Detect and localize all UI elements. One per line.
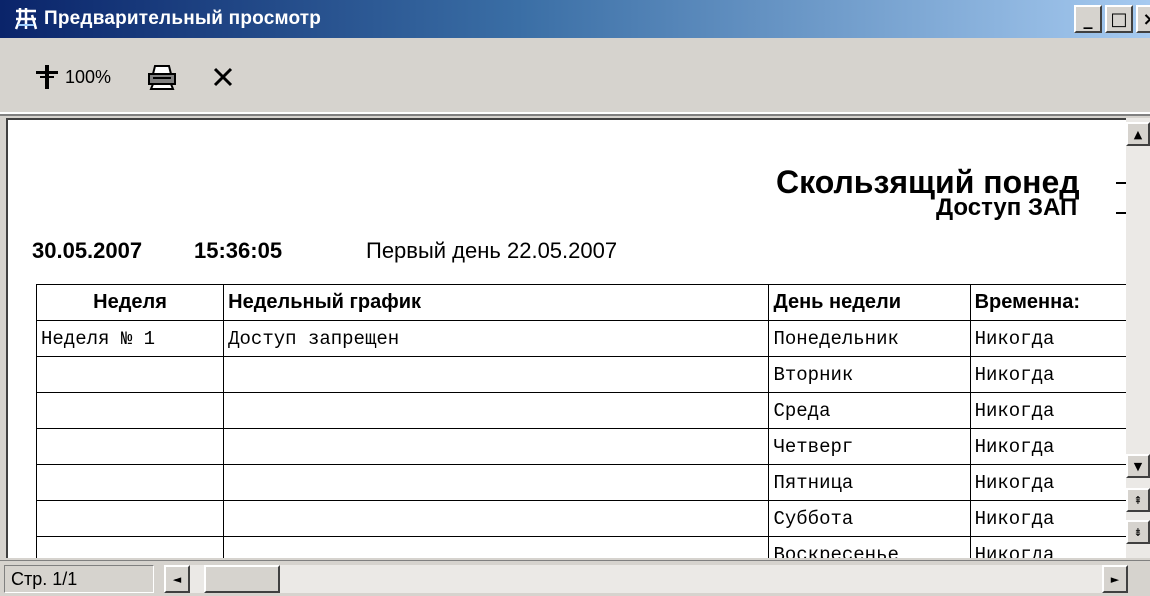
horizontal-scroll-thumb[interactable] xyxy=(204,565,280,593)
cell-weekday: Воскресенье xyxy=(768,536,971,558)
cell-week xyxy=(35,392,225,429)
zoom-icon xyxy=(35,65,58,89)
zoom-button[interactable]: 100% xyxy=(18,62,126,92)
cell-week xyxy=(35,500,225,537)
arrow-right-icon: ► xyxy=(1110,572,1120,586)
schedule-table: Неделя Недельный график День недели Врем… xyxy=(35,284,1130,558)
cell-weekday: Вторник xyxy=(768,356,971,393)
arrow-left-icon: ◄ xyxy=(172,572,182,586)
table-row: Пятница Никогда xyxy=(35,464,1130,501)
cell-time-zone: Никогда xyxy=(969,320,1130,357)
column-header-weekday: День недели xyxy=(768,284,971,321)
page-indicator: Стр. 1/1 xyxy=(4,565,154,593)
maximize-button[interactable]: □ xyxy=(1105,5,1133,33)
scroll-right-button[interactable]: ► xyxy=(1102,565,1128,593)
maximize-icon: □ xyxy=(1110,8,1128,30)
cell-schedule xyxy=(223,500,770,537)
preview-window: Предварительный просмотр _ □ × 100% xyxy=(0,0,1150,596)
table-row: Суббота Никогда xyxy=(35,500,1130,537)
print-button[interactable] xyxy=(144,62,180,92)
scroll-down-button[interactable]: ▼ xyxy=(1126,454,1150,478)
double-arrow-down-icon: ⇟ xyxy=(1133,525,1143,539)
cell-time-zone: Никогда xyxy=(969,428,1130,465)
column-header-time-zone: Временна: xyxy=(969,284,1130,321)
cell-weekday: Суббота xyxy=(768,500,971,537)
arrow-down-icon: ▼ xyxy=(1133,459,1143,473)
close-x-icon xyxy=(213,67,233,87)
report-date: 30.05.2007 xyxy=(32,238,143,263)
window-controls: _ □ × xyxy=(1074,5,1150,33)
cell-schedule xyxy=(223,392,770,429)
arrow-up-icon: ▲ xyxy=(1133,127,1143,141)
cell-schedule: Доступ запрещен xyxy=(223,320,770,357)
table-row: Воскресенье Никогда xyxy=(35,536,1130,558)
cell-schedule xyxy=(223,464,770,501)
printer-icon xyxy=(148,65,176,90)
column-header-weekly-schedule: Недельный график xyxy=(223,284,770,321)
table-header-row: Неделя Недельный график День недели Врем… xyxy=(35,284,1130,321)
preview-page[interactable]: Скользящий понед Доступ ЗАП 30.05.2007 1… xyxy=(6,118,1130,558)
report-subtitle: Доступ ЗАП xyxy=(936,194,1078,221)
cell-week xyxy=(35,464,225,501)
cell-schedule xyxy=(223,428,770,465)
column-header-week: Неделя xyxy=(35,284,225,321)
zoom-level: 100% xyxy=(64,66,112,87)
next-page-button[interactable]: ⇟ xyxy=(1126,520,1150,544)
status-bar: Стр. 1/1 ◄ ► xyxy=(0,560,1150,596)
table-row: Вторник Никогда xyxy=(35,356,1130,393)
cell-week xyxy=(35,428,225,465)
scroll-up-button[interactable]: ▲ xyxy=(1126,122,1150,146)
cell-time-zone: Никогда xyxy=(969,536,1130,558)
cell-schedule xyxy=(223,536,770,558)
scroll-left-button[interactable]: ◄ xyxy=(164,565,190,593)
table-row: Четверг Никогда xyxy=(35,428,1130,465)
cell-schedule xyxy=(223,356,770,393)
close-window-button[interactable]: × xyxy=(1136,5,1150,33)
previous-page-button[interactable]: ⇞ xyxy=(1126,488,1150,512)
report-first-day: Первый день 22.05.2007 xyxy=(366,238,618,263)
close-preview-button[interactable] xyxy=(208,62,238,92)
double-arrow-up-icon: ⇞ xyxy=(1133,493,1143,507)
report-time: 15:36:05 xyxy=(194,238,283,263)
minimize-icon: _ xyxy=(1083,8,1093,30)
cell-time-zone: Никогда xyxy=(969,356,1130,393)
app-icon xyxy=(12,5,40,33)
cell-week xyxy=(35,356,225,393)
window-title: Предварительный просмотр xyxy=(44,8,322,29)
toolbar: 100% xyxy=(0,38,1150,116)
horizontal-scrollbar[interactable]: ◄ ► xyxy=(164,565,1128,593)
cell-week: Неделя № 1 xyxy=(35,320,225,357)
cell-weekday: Понедельник xyxy=(768,320,971,357)
minimize-button[interactable]: _ xyxy=(1074,5,1102,33)
cell-time-zone: Никогда xyxy=(969,464,1130,501)
table-row: Среда Никогда xyxy=(35,392,1130,429)
vertical-scrollbar[interactable]: ▲ ▼ ⇞ ⇟ xyxy=(1126,118,1150,558)
cell-time-zone: Никогда xyxy=(969,392,1130,429)
cell-weekday: Четверг xyxy=(768,428,971,465)
title-bar[interactable]: Предварительный просмотр _ □ × xyxy=(0,0,1150,38)
cell-week xyxy=(35,536,225,558)
close-icon: × xyxy=(1142,9,1150,30)
cell-weekday: Среда xyxy=(768,392,971,429)
cell-time-zone: Никогда xyxy=(969,500,1130,537)
table-row: Неделя № 1 Доступ запрещен Понедельник Н… xyxy=(35,320,1130,357)
cell-weekday: Пятница xyxy=(768,464,971,501)
